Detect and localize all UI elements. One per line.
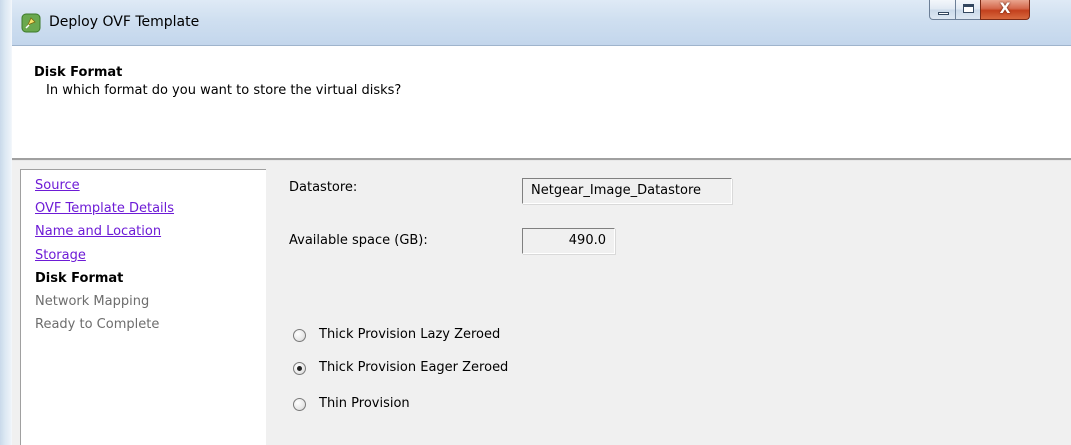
deploy-ovf-dialog: Deploy OVF Template X Disk Format In whi… <box>12 0 1071 445</box>
datastore-field: Netgear_Image_Datastore <box>522 178 732 204</box>
datastore-label: Datastore: <box>289 180 358 195</box>
radio-thick-eager-zeroed[interactable] <box>293 362 306 375</box>
step-source-link[interactable]: Source <box>35 178 80 193</box>
radio-selected-dot <box>297 366 302 371</box>
step-disk-format-current: Disk Format <box>35 271 124 286</box>
wizard-body: Source OVF Template Details Name and Loc… <box>12 161 1071 445</box>
maximize-button[interactable] <box>955 0 981 20</box>
wizard-steps-nav: Source OVF Template Details Name and Loc… <box>20 169 266 445</box>
minimize-button[interactable] <box>929 0 956 20</box>
minimize-icon <box>938 12 949 15</box>
radio-thin-provision[interactable] <box>293 398 306 411</box>
maximize-icon <box>963 4 974 13</box>
radio-label-thick-lazy-zeroed[interactable]: Thick Provision Lazy Zeroed <box>319 327 500 342</box>
close-button[interactable]: X <box>980 0 1030 20</box>
available-space-field: 490.0 <box>522 228 615 254</box>
page-subtitle: In which format do you want to store the… <box>46 83 402 98</box>
available-space-label: Available space (GB): <box>289 233 428 248</box>
title-bar[interactable]: Deploy OVF Template X <box>12 0 1071 46</box>
step-ovf-template-details-link[interactable]: OVF Template Details <box>35 201 174 216</box>
window-title: Deploy OVF Template <box>49 14 200 30</box>
radio-label-thick-eager-zeroed[interactable]: Thick Provision Eager Zeroed <box>319 360 508 375</box>
radio-thick-lazy-zeroed[interactable] <box>293 329 306 342</box>
page-title: Disk Format <box>34 65 123 80</box>
step-ready-to-complete: Ready to Complete <box>35 317 160 332</box>
vsphere-app-icon <box>21 13 41 33</box>
step-storage-link[interactable]: Storage <box>35 248 86 263</box>
step-name-and-location-link[interactable]: Name and Location <box>35 224 161 239</box>
step-network-mapping: Network Mapping <box>35 294 150 309</box>
close-icon: X <box>999 1 1011 17</box>
page-header: Disk Format In which format do you want … <box>12 47 1071 158</box>
radio-label-thin-provision[interactable]: Thin Provision <box>319 396 410 411</box>
